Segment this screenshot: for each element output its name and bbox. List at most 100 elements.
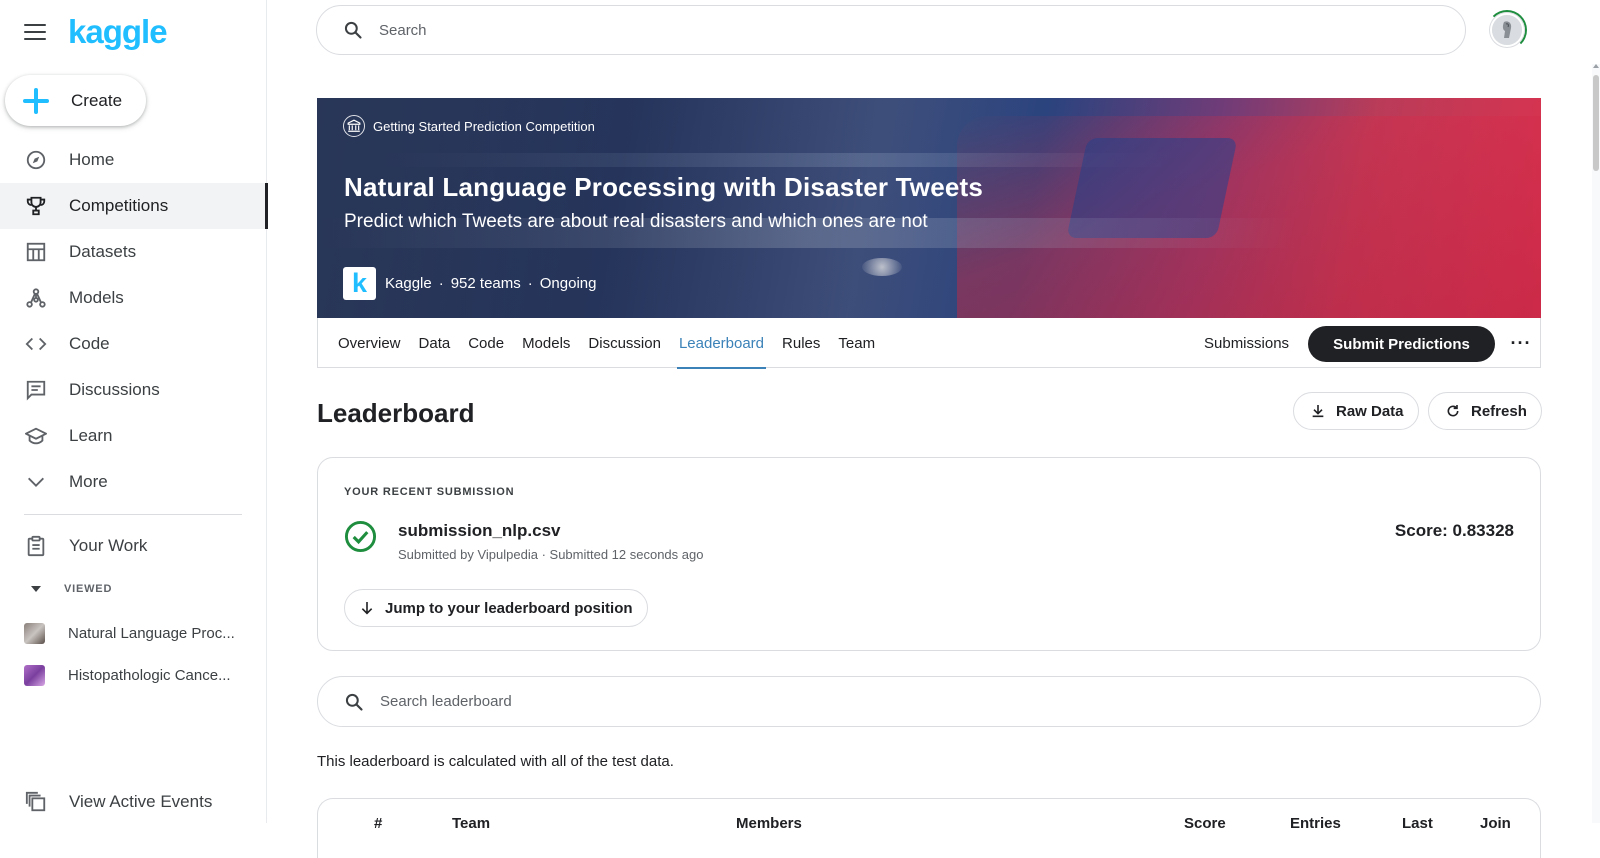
viewed-header[interactable]: VIEWED — [24, 583, 112, 595]
sidebar-divider — [24, 514, 242, 515]
leaderboard-search — [317, 676, 1541, 727]
raw-data-label: Raw Data — [1336, 402, 1404, 420]
sidebar-section-your-work: Your Work — [0, 523, 267, 569]
create-button[interactable]: Create — [5, 75, 146, 126]
sidebar-item-label: Learn — [69, 426, 113, 445]
sidebar-item-learn[interactable]: Learn — [0, 413, 267, 459]
viewed-item-label: Natural Language Proc... — [68, 624, 235, 642]
kaggle-host-logo[interactable]: k — [343, 267, 376, 300]
sidebar-item-discussions[interactable]: Discussions — [0, 367, 267, 413]
host-name[interactable]: Kaggle — [385, 275, 432, 292]
competition-thumbnail — [24, 622, 45, 644]
viewed-item-label: Histopathologic Cance... — [68, 666, 231, 684]
events-icon — [24, 790, 48, 814]
column-header-rank[interactable]: # — [374, 815, 382, 832]
submission-meta: Submitted by Vipulpedia · Submitted 12 s… — [398, 547, 704, 562]
tab-rules[interactable]: Rules — [776, 318, 826, 368]
team-count: 952 teams — [450, 275, 521, 292]
avatar[interactable] — [1490, 13, 1524, 47]
category-label: Getting Started Prediction Competition — [373, 118, 595, 134]
leaderboard-search-input[interactable] — [380, 693, 1280, 710]
tab-data[interactable]: Data — [413, 318, 457, 368]
tab-overview[interactable]: Overview — [332, 318, 407, 368]
menu-icon[interactable] — [24, 24, 46, 40]
column-header-members[interactable]: Members — [736, 815, 802, 832]
column-header-join[interactable]: Join — [1480, 815, 1511, 832]
sidebar-item-competitions[interactable]: Competitions — [0, 183, 268, 229]
tab-team[interactable]: Team — [832, 318, 881, 368]
competition-thumbnail — [24, 664, 45, 686]
page-title: Leaderboard — [317, 398, 475, 428]
column-header-entries[interactable]: Entries — [1290, 815, 1341, 832]
page-scrollbar[interactable] — [1592, 64, 1600, 823]
comment-icon — [24, 378, 48, 402]
column-header-last[interactable]: Last — [1402, 815, 1433, 832]
refresh-icon — [1447, 405, 1459, 417]
competition-meta: Kaggle · 952 teams · Ongoing — [385, 275, 596, 292]
tab-discussion[interactable]: Discussion — [582, 318, 667, 368]
more-options-icon[interactable]: ··· — [1510, 332, 1532, 354]
sidebar-item-datasets[interactable]: Datasets — [0, 229, 267, 275]
viewed-item-histopathologic[interactable]: Histopathologic Cance... — [0, 656, 267, 694]
sidebar-item-code[interactable]: Code — [0, 321, 267, 367]
viewed-label: VIEWED — [64, 583, 113, 595]
sidebar-item-label: Discussions — [69, 380, 160, 399]
refresh-button[interactable]: Refresh — [1428, 392, 1542, 430]
clipboard-icon — [24, 534, 48, 558]
sidebar-item-label: Datasets — [69, 242, 137, 261]
table-icon — [24, 240, 48, 264]
tab-leaderboard[interactable]: Leaderboard — [673, 318, 770, 369]
submission-filename: submission_nlp.csv — [398, 521, 561, 540]
sidebar-item-label: Competitions — [69, 196, 169, 215]
sidebar-item-models[interactable]: Models — [0, 275, 267, 321]
competition-tabs: Overview Data Code Models Discussion Lea… — [332, 318, 887, 369]
sidebar-item-your-work[interactable]: Your Work — [0, 523, 267, 569]
models-icon — [24, 286, 48, 310]
sidebar-item-label: Code — [69, 334, 110, 353]
competition-subtitle: Predict which Tweets are about real disa… — [344, 211, 928, 232]
sidebar-item-label: More — [69, 472, 108, 491]
competition-tabs-bar: Overview Data Code Models Discussion Lea… — [317, 318, 1541, 369]
competition-category: Getting Started Prediction Competition — [343, 115, 595, 137]
bank-icon — [343, 115, 365, 137]
search-icon — [345, 693, 363, 711]
viewed-item-nlp[interactable]: Natural Language Proc... — [0, 614, 267, 652]
avatar-image-icon — [1492, 15, 1522, 45]
compass-icon — [24, 148, 48, 172]
sidebar-item-more[interactable]: More — [0, 459, 267, 505]
tab-models[interactable]: Models — [516, 318, 576, 368]
global-search — [316, 5, 1466, 55]
scroll-up-icon[interactable] — [1592, 62, 1600, 70]
submissions-link[interactable]: Submissions — [1204, 318, 1289, 368]
scrollbar-thumb[interactable] — [1593, 75, 1599, 171]
column-header-score[interactable]: Score — [1184, 815, 1226, 832]
competition-host-row: k Kaggle · 952 teams · Ongoing — [343, 267, 596, 300]
leaderboard-note: This leaderboard is calculated with all … — [317, 753, 674, 770]
competition-status: Ongoing — [539, 275, 597, 292]
plus-icon — [23, 87, 49, 114]
search-input[interactable] — [379, 21, 1279, 39]
sidebar-item-label: Home — [69, 150, 115, 169]
arrow-down-icon — [361, 602, 373, 615]
create-label: Create — [71, 90, 123, 110]
recent-submission-card: YOUR RECENT SUBMISSION submission_nlp.cs… — [317, 457, 1541, 651]
caret-down-icon — [31, 586, 41, 592]
column-header-team[interactable]: Team — [452, 815, 490, 832]
submit-predictions-button[interactable]: Submit Predictions — [1308, 326, 1495, 362]
tab-code[interactable]: Code — [462, 318, 510, 368]
meta-separator: · — [527, 275, 533, 292]
sidebar-item-label: Your Work — [69, 536, 148, 555]
kaggle-logo[interactable]: kaggle — [68, 14, 168, 50]
sidebar-item-label: Models — [69, 288, 124, 307]
view-active-events[interactable]: View Active Events — [0, 780, 267, 824]
jump-to-position-button[interactable]: Jump to your leaderboard position — [344, 589, 648, 627]
refresh-label: Refresh — [1471, 402, 1527, 420]
school-icon — [24, 424, 48, 448]
sidebar-nav: Home Competitions Datasets Models Code D… — [0, 137, 268, 505]
meta-separator: · — [438, 275, 444, 292]
sidebar: kaggle Create Home Competitions Datasets — [0, 0, 268, 824]
submission-score: Score: 0.83328 — [1394, 521, 1514, 540]
sidebar-item-home[interactable]: Home — [0, 137, 267, 183]
raw-data-button[interactable]: Raw Data — [1293, 392, 1419, 430]
leaderboard-table: # Team Members Score Entries Last Join — [317, 798, 1541, 858]
